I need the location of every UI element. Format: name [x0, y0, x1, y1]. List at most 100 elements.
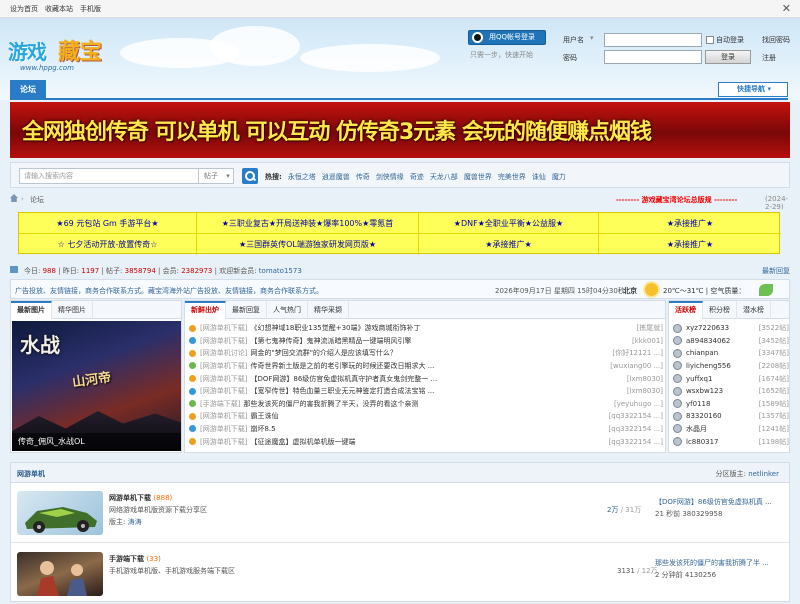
qq-login-button[interactable]: 用QQ帐号登录	[468, 30, 546, 45]
post-row[interactable]: [网游单机讨论] 网金的"梦回交流群"的介绍人是应该填写什么？ [你好12121 .…	[189, 347, 663, 359]
hot-word[interactable]: 诛仙	[532, 172, 546, 182]
post-title[interactable]: 网金的"梦回交流群"的介绍人是应该填写什么？	[250, 348, 610, 358]
post-author[interactable]: [qq3322154 ...]	[609, 425, 663, 433]
section-moderator-link[interactable]: netlinker	[748, 470, 779, 478]
login-button[interactable]: 登录	[705, 50, 751, 64]
ranking-row[interactable]: xyz7220633 [3522帖]	[673, 322, 789, 334]
bookmark-link[interactable]: 收藏本站	[45, 4, 73, 14]
tab-popular[interactable]: 人气热门	[267, 301, 308, 319]
auto-login-checkbox[interactable]	[706, 36, 714, 44]
forum-name[interactable]: 手游端下载 (33)	[109, 554, 161, 564]
post-category[interactable]: [手游端下载]	[200, 399, 240, 409]
tab-points-ranking[interactable]: 积分榜	[703, 301, 737, 319]
tab-featured-pictures[interactable]: 精华图片	[52, 301, 93, 319]
post-category[interactable]: [网游单机下载]	[200, 336, 247, 346]
forum-row[interactable]: 手游端下载 (33) 手机游戏单机版、手机游戏服务端下载区 3131 / 12万…	[11, 544, 789, 604]
forum-last-post-title[interactable]: 那些发该死的僵尸的害我折腾了半 ...	[655, 558, 781, 568]
rules-notice-link[interactable]: -------- 游戏藏宝湾论坛总版规 --------	[616, 195, 737, 205]
hot-word[interactable]: 奇迹	[410, 172, 424, 182]
post-author[interactable]: [kkk001]	[632, 337, 663, 345]
post-title[interactable]: 崩坏8.5	[250, 424, 606, 434]
ranking-row[interactable]: wsxbw123 [1652帖]	[673, 385, 789, 397]
ranking-username[interactable]: yf0118	[686, 400, 759, 408]
forum-moderator-link[interactable]: 涛涛	[128, 518, 142, 526]
post-title[interactable]: 霸王诛仙	[250, 411, 606, 421]
avatar[interactable]	[673, 336, 682, 346]
post-row[interactable]: [网游单机下载] 【DOF网游】86级仿官免虚拟机真守护者真女鬼剑完整一 ...[…	[189, 372, 663, 384]
post-author[interactable]: [拣尾就]	[637, 323, 663, 333]
post-row[interactable]: [网游单机下载] 【征途魔盒】虚拟机单机版一键端 [qq3322154 ...]	[189, 435, 663, 447]
avatar[interactable]	[673, 374, 682, 384]
text-ad[interactable]: ★DNF★全职业平衡★公益服★	[419, 213, 599, 234]
hot-word[interactable]: 魔力	[552, 172, 566, 182]
search-input[interactable]: 请输入搜索内容	[19, 168, 199, 184]
ranking-username[interactable]: wsxbw123	[686, 387, 759, 395]
post-author[interactable]: [qq3322154 ...]	[609, 438, 663, 446]
post-category[interactable]: [网游单机下载]	[200, 437, 247, 447]
post-author[interactable]: [你好12121 ...]	[612, 348, 663, 358]
ranking-row[interactable]: yf0118 [1589帖]	[673, 398, 789, 410]
tab-lurker-ranking[interactable]: 潜水榜	[737, 301, 771, 319]
post-author[interactable]: [lxm8030]	[627, 387, 663, 395]
post-row[interactable]: [网游单机下载] 【宽窄传世】特色血量三职业无元神鉴定打造合成法宝铭 ... [lx…	[189, 385, 663, 397]
hot-word[interactable]: 传奇	[356, 172, 370, 182]
forum-section-title[interactable]: 网游单机	[17, 469, 45, 479]
post-title[interactable]: 【第七鬼神传奇】鬼神流派暗黑精品一键端明风引擎	[250, 336, 630, 346]
post-row[interactable]: [网游单机下载] 崩坏8.5 [qq3322154 ...]	[189, 423, 663, 435]
notice-text[interactable]: 广告投放、友情链接，商务合作联系方式。藏宝湾海外站广告投放、友情链接，商务合作联…	[15, 286, 323, 296]
text-ad[interactable]: ★三职业复古★开局送神装★爆率100%★零氪首	[197, 213, 419, 234]
ranking-username[interactable]: liyicheng556	[686, 362, 759, 370]
post-title[interactable]: 那些发该死的僵尸的害我折腾了半天，没弄的看这个亲测	[243, 399, 612, 409]
post-title[interactable]: 传奇世界新土版是之前的老引擎玩的时候还要改日期求大 ...	[250, 361, 608, 371]
hot-word[interactable]: 剑侠情缘	[376, 172, 404, 182]
post-category[interactable]: [网游单机下载]	[200, 361, 247, 371]
set-homepage-link[interactable]: 设为首页	[10, 4, 38, 14]
forum-thumbnail[interactable]	[17, 552, 103, 596]
post-title[interactable]: 【征途魔盒】虚拟机单机版一键端	[250, 437, 606, 447]
ranking-row[interactable]: 83320160 [1357帖]	[673, 410, 789, 422]
avatar[interactable]	[673, 386, 682, 396]
quick-nav-button[interactable]: 快捷导航 ▾	[718, 82, 788, 97]
forum-row[interactable]: 网游单机下载 (888) 网络游戏单机版资源下载分享区 版主: 涛涛 2万 / …	[11, 483, 789, 543]
tab-fresh[interactable]: 新鲜出炉	[185, 301, 226, 319]
featured-game-image[interactable]: 水战 山河帝 传奇_佣风_水战OL	[12, 321, 181, 451]
post-author[interactable]: [qq3322154 ...]	[609, 412, 663, 420]
text-ad[interactable]: ★三国群英传OL端游独家研发网页版★	[197, 234, 419, 255]
text-ad[interactable]: ★69 元包站 Gm 手游平台★	[19, 213, 197, 234]
text-ad[interactable]: ★承接推广★	[419, 234, 599, 255]
ranking-username[interactable]: 水晶月	[686, 424, 759, 434]
search-button[interactable]	[242, 168, 258, 184]
ranking-username[interactable]: chianpan	[686, 349, 759, 357]
post-row[interactable]: [手游端下载] 那些发该死的僵尸的害我折腾了半天，没弄的看这个亲测 [yeyuhug…	[189, 398, 663, 410]
home-icon[interactable]	[10, 194, 18, 202]
tab-latest-pictures[interactable]: 最新图片	[11, 301, 52, 319]
post-category[interactable]: [网游单机讨论]	[200, 348, 247, 358]
post-title[interactable]: 【宽窄传世】特色血量三职业无元神鉴定打造合成法宝铭 ...	[250, 386, 624, 396]
ranking-username[interactable]: lc880317	[686, 438, 759, 446]
text-ad[interactable]: ★承接推广★	[599, 234, 781, 255]
post-author[interactable]: [wuxiang00 ...]	[610, 362, 663, 370]
avatar[interactable]	[673, 424, 682, 434]
ranking-row[interactable]: chianpan [3347帖]	[673, 347, 789, 359]
hot-word[interactable]: 逍遥魔兽	[322, 172, 350, 182]
avatar[interactable]	[673, 437, 682, 447]
chevron-down-icon[interactable]: ▾	[590, 34, 594, 42]
post-row[interactable]: [网游单机下载] 传奇世界新土版是之前的老引擎玩的时候还要改日期求大 ... [wu…	[189, 360, 663, 372]
ranking-row[interactable]: 水晶月 [1241帖]	[673, 423, 789, 435]
post-title[interactable]: 《幻想神域18职业135觉醒+30端》游戏商城衔饰补丁	[250, 323, 634, 333]
username-input[interactable]	[604, 33, 702, 47]
register-link[interactable]: 注册	[762, 53, 776, 63]
avatar[interactable]	[673, 361, 682, 371]
tab-featured[interactable]: 精华采撷	[308, 301, 349, 319]
forum-thumbnail[interactable]	[17, 491, 103, 535]
tab-active-ranking[interactable]: 活跃榜	[669, 301, 703, 319]
ranking-username[interactable]: yuffxq1	[686, 375, 759, 383]
close-icon[interactable]: ✕	[782, 2, 791, 15]
post-category[interactable]: [网游单机下载]	[200, 323, 247, 333]
post-category[interactable]: [网游单机下载]	[200, 374, 247, 384]
hot-word[interactable]: 完美世界	[498, 172, 526, 182]
text-ad[interactable]: ★承接推广★	[599, 213, 781, 234]
post-category[interactable]: [网游单机下载]	[200, 411, 247, 421]
forum-name[interactable]: 网游单机下载 (888)	[109, 493, 172, 503]
hot-word[interactable]: 魔兽世界	[464, 172, 492, 182]
